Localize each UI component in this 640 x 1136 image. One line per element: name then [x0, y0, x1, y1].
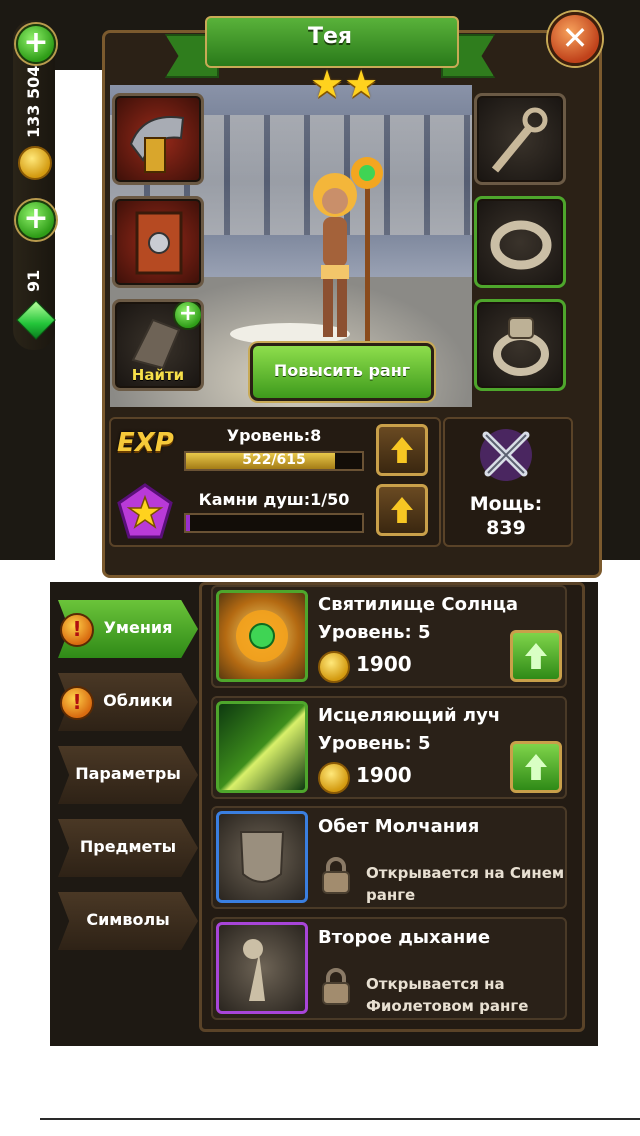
skill-name: Второе дыхание	[318, 927, 491, 948]
power-stat: Мощь: 839	[443, 492, 569, 540]
power-label: Мощь:	[469, 493, 543, 515]
exp-bar-text: 522/615	[242, 452, 306, 468]
equipment-slot-staff[interactable]	[474, 93, 566, 185]
soul-stones-bar-fill	[186, 515, 190, 531]
upgrade-arrow-icon	[391, 437, 413, 463]
soul-upgrade-button[interactable]	[376, 484, 428, 536]
plus-icon: +	[173, 302, 201, 330]
equipment-slot-empty[interactable]: + Найти	[112, 299, 204, 391]
crossed-swords-icon	[480, 429, 532, 481]
unlock-requirement-line-1: Открывается на Синем	[366, 864, 565, 882]
gold-coin-icon	[318, 762, 350, 794]
exp-badge: EXP	[117, 428, 174, 458]
alert-icon: !	[60, 686, 94, 720]
hero-portrait	[313, 157, 383, 345]
mask-icon	[239, 831, 285, 883]
equipment-slot-signet[interactable]	[474, 299, 566, 391]
unlock-requirement: Открывается на Фиолетовом ранге	[366, 973, 528, 1017]
unlock-requirement-line-1: Открывается на	[366, 975, 505, 993]
tab-symbols[interactable]: Символы	[58, 892, 198, 950]
padlock-icon	[322, 857, 350, 894]
tab-label: Параметры	[75, 764, 181, 783]
signet-ring-icon	[493, 317, 549, 376]
skill-icon-vow-of-silence[interactable]	[216, 811, 308, 903]
soul-stone-icon	[117, 483, 173, 539]
skill-upgrade-button[interactable]	[510, 741, 562, 793]
gold-amount: 133 504	[24, 65, 43, 138]
skill-upgrade-button[interactable]	[510, 630, 562, 682]
shoulder-armor-icon	[129, 116, 185, 173]
skill-level: Уровень: 5	[318, 622, 431, 643]
skill-name: Святилище Солнца	[318, 594, 519, 615]
skill-cost: 1900	[356, 763, 412, 787]
tab-items[interactable]: Предметы	[58, 819, 198, 877]
skill-icon-sun-sanctuary[interactable]	[216, 590, 308, 682]
unlock-requirement-line-2: Фиолетовом ранге	[366, 997, 529, 1015]
alert-icon: !	[60, 613, 94, 647]
add-gems-button[interactable]: +	[16, 200, 56, 240]
hero-level: Уровень:8	[226, 426, 322, 445]
skill-name: Исцеляющий луч	[318, 705, 501, 726]
skill-name: Обет Молчания	[318, 816, 480, 837]
upgrade-arrow-icon	[525, 643, 547, 669]
level-up-button[interactable]	[376, 424, 428, 476]
shield-icon	[135, 211, 183, 275]
hero-name: Тея	[307, 24, 353, 49]
power-value: 839	[486, 517, 526, 539]
sun-flower-icon	[236, 610, 288, 662]
upgrade-arrow-icon	[391, 497, 413, 523]
gem-amount: 91	[24, 269, 43, 292]
unlock-requirement-line-2: ранге	[366, 886, 416, 904]
ring-icon	[490, 220, 552, 270]
background-right	[600, 0, 640, 560]
upgrade-arrow-icon	[525, 754, 547, 780]
tab-parameters[interactable]: Параметры	[58, 746, 198, 804]
tab-label: Предметы	[79, 837, 177, 856]
second-wind-silhouette-icon	[243, 939, 265, 1001]
star-icon: ★	[344, 62, 379, 106]
skill-icon-second-wind[interactable]	[216, 922, 308, 1014]
tab-label: Облики	[103, 691, 173, 710]
soul-stones-label: Камни душ:1/50	[198, 490, 350, 509]
rank-up-button[interactable]: Повысить ранг	[250, 343, 434, 401]
find-label: Найти	[131, 366, 185, 384]
gold-coin-icon	[18, 146, 52, 180]
add-gold-button[interactable]: +	[16, 24, 56, 64]
skill-level: Уровень: 5	[318, 733, 431, 754]
padlock-icon	[322, 968, 350, 1005]
skill-cost: 1900	[356, 652, 412, 676]
tab-label: Умения	[103, 618, 173, 637]
tab-label: Символы	[86, 910, 170, 929]
soul-stones-bar	[184, 513, 364, 533]
equipment-slot-ring[interactable]	[474, 196, 566, 288]
equipment-slot-shield[interactable]	[112, 196, 204, 288]
equipment-slot-shoulder[interactable]	[112, 93, 204, 185]
bottom-divider	[40, 1118, 640, 1120]
skill-icon-healing-ray[interactable]	[216, 701, 308, 793]
exp-bar: 522/615	[184, 451, 364, 471]
staff-silhouette-icon	[491, 107, 548, 173]
unlock-requirement: Открывается на Синем ранге	[366, 862, 564, 906]
hero-stars: ★★	[310, 65, 390, 105]
close-button[interactable]: ✕	[548, 12, 602, 66]
gold-coin-icon	[318, 651, 350, 683]
star-icon: ★	[310, 62, 345, 106]
